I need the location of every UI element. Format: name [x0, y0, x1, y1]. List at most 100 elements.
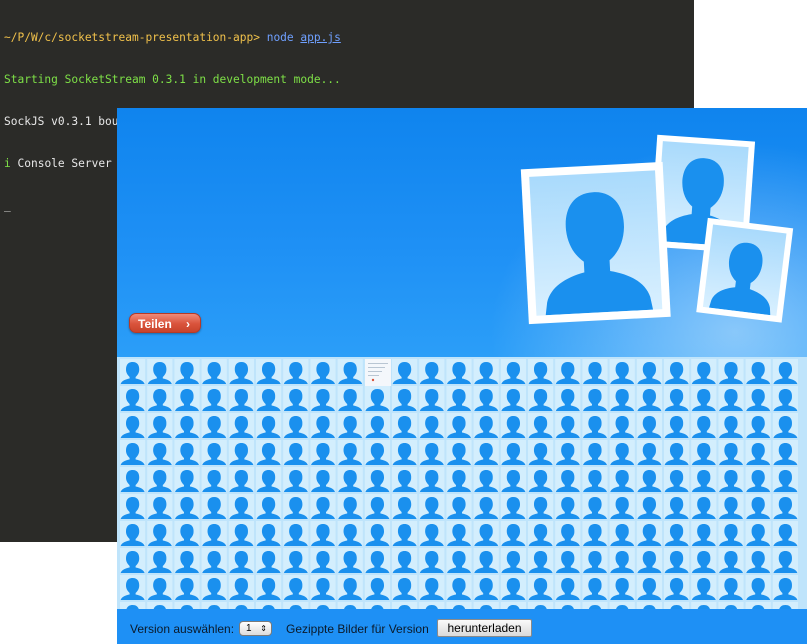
- silhouette-tile-icon: [636, 548, 662, 573]
- silhouette-tile-icon: [174, 602, 200, 609]
- share-button[interactable]: Teilen ›: [129, 313, 201, 333]
- silhouette-tile-icon: [636, 440, 662, 465]
- silhouette-tile-icon: [147, 575, 173, 600]
- silhouette-tile-icon: [228, 386, 254, 411]
- silhouette-tile-icon: [228, 413, 254, 438]
- silhouette-tile-icon: [310, 413, 336, 438]
- silhouette-tile-icon: [337, 521, 363, 546]
- silhouette-tile-icon: [446, 440, 472, 465]
- silhouette-tile-icon: [582, 494, 608, 519]
- silhouette-tile-icon: [337, 575, 363, 600]
- silhouette-tile-icon: [147, 494, 173, 519]
- silhouette-tile-icon: [120, 548, 146, 573]
- silhouette-tile-icon: [364, 386, 390, 411]
- terminal-info-prefix: i: [4, 157, 11, 170]
- silhouette-tile-icon: [500, 494, 526, 519]
- chevron-right-icon: ›: [186, 317, 190, 331]
- silhouette-tile-icon: [473, 548, 499, 573]
- silhouette-tile-icon: [745, 521, 771, 546]
- silhouette-tile-icon: [256, 548, 282, 573]
- silhouette-tile-icon: [745, 413, 771, 438]
- silhouette-tile-icon: [609, 575, 635, 600]
- silhouette-tile-icon: [174, 494, 200, 519]
- silhouette-tile-icon: [745, 386, 771, 411]
- silhouette-tile-icon: [772, 467, 798, 492]
- terminal-prompt: ~/P/W/c/socketstream-presentation-app>: [4, 31, 260, 44]
- silhouette-tile-icon: [364, 413, 390, 438]
- silhouette-tile-icon: [256, 413, 282, 438]
- silhouette-tile-icon: [528, 467, 554, 492]
- silhouette-tile-icon: [555, 359, 581, 384]
- silhouette-tile-icon: [691, 359, 717, 384]
- silhouette-tile-icon: [636, 575, 662, 600]
- download-button[interactable]: herunterladen: [437, 619, 532, 637]
- silhouette-tile-icon: [446, 494, 472, 519]
- silhouette-tile-icon: [582, 467, 608, 492]
- silhouette-tile-icon: [636, 413, 662, 438]
- profile-photo-icon-front: [520, 161, 671, 325]
- silhouette-tile-icon: [364, 494, 390, 519]
- silhouette-tile-icon: [174, 548, 200, 573]
- silhouette-tile-icon: [636, 602, 662, 609]
- silhouette-tile-icon: [473, 386, 499, 411]
- silhouette-tile-icon: [691, 494, 717, 519]
- silhouette-tile-icon: [473, 521, 499, 546]
- silhouette-tile-icon: [337, 548, 363, 573]
- silhouette-tile-icon: [691, 575, 717, 600]
- silhouette-tile-icon: [419, 440, 445, 465]
- silhouette-tile-icon: [500, 575, 526, 600]
- silhouette-tile-icon: [664, 575, 690, 600]
- silhouette-tile-icon: [120, 494, 146, 519]
- silhouette-tile-icon: [718, 467, 744, 492]
- silhouette-tile-icon: [256, 467, 282, 492]
- version-label: Version auswählen:: [130, 622, 235, 636]
- silhouette-tile-icon: [718, 386, 744, 411]
- silhouette-tile-icon: [446, 467, 472, 492]
- silhouette-tile-icon: [582, 521, 608, 546]
- silhouette-tile-icon: [500, 548, 526, 573]
- silhouette-tile-icon: [392, 359, 418, 384]
- silhouette-tile-icon: [500, 386, 526, 411]
- silhouette-tile-icon: [609, 359, 635, 384]
- silhouette-tile-icon: [256, 359, 282, 384]
- silhouette-tile-icon: [555, 413, 581, 438]
- silhouette-tile-icon: [473, 440, 499, 465]
- silhouette-tile-icon: [745, 602, 771, 609]
- terminal-command-arg[interactable]: app.js: [300, 31, 340, 44]
- silhouette-tile-icon: [392, 494, 418, 519]
- silhouette-tile-icon: [201, 467, 227, 492]
- zip-label: Gezippte Bilder für Version: [286, 622, 429, 636]
- silhouette-tile-icon: [609, 386, 635, 411]
- silhouette-tile-icon: [745, 359, 771, 384]
- silhouette-tile-icon: [500, 467, 526, 492]
- version-select[interactable]: 1 ⇕: [239, 621, 272, 636]
- mini-screenshot-tile: [365, 359, 391, 386]
- silhouette-tile-icon: [310, 575, 336, 600]
- silhouette-tile-icon: [120, 602, 146, 609]
- silhouette-tile-icon: [772, 413, 798, 438]
- silhouette-tile-icon: [337, 359, 363, 384]
- silhouette-tile-icon: [528, 440, 554, 465]
- silhouette-tile-icon: [473, 602, 499, 609]
- silhouette-tile-icon: [555, 575, 581, 600]
- silhouette-tile-icon: [772, 359, 798, 384]
- silhouette-tile-icon: [609, 521, 635, 546]
- profile-photo-icon-small: [696, 217, 794, 323]
- silhouette-tile-icon: [310, 602, 336, 609]
- silhouette-tile-icon: [528, 575, 554, 600]
- silhouette-tile-icon: [446, 575, 472, 600]
- silhouette-tile-icon: [337, 602, 363, 609]
- silhouette-tile-icon: [392, 413, 418, 438]
- silhouette-tile-icon: [419, 467, 445, 492]
- silhouette-tile-icon: [718, 494, 744, 519]
- silhouette-tile-icon: [473, 413, 499, 438]
- silhouette-tile-icon: [691, 602, 717, 609]
- silhouette-tile-icon: [555, 548, 581, 573]
- silhouette-tile-icon: [337, 440, 363, 465]
- silhouette-tile-icon: [745, 440, 771, 465]
- silhouette-tile-icon: [500, 440, 526, 465]
- silhouette-tile-icon: [609, 413, 635, 438]
- silhouette-tile-icon: [228, 575, 254, 600]
- silhouette-tile-icon: [691, 548, 717, 573]
- silhouette-tile-icon: [772, 440, 798, 465]
